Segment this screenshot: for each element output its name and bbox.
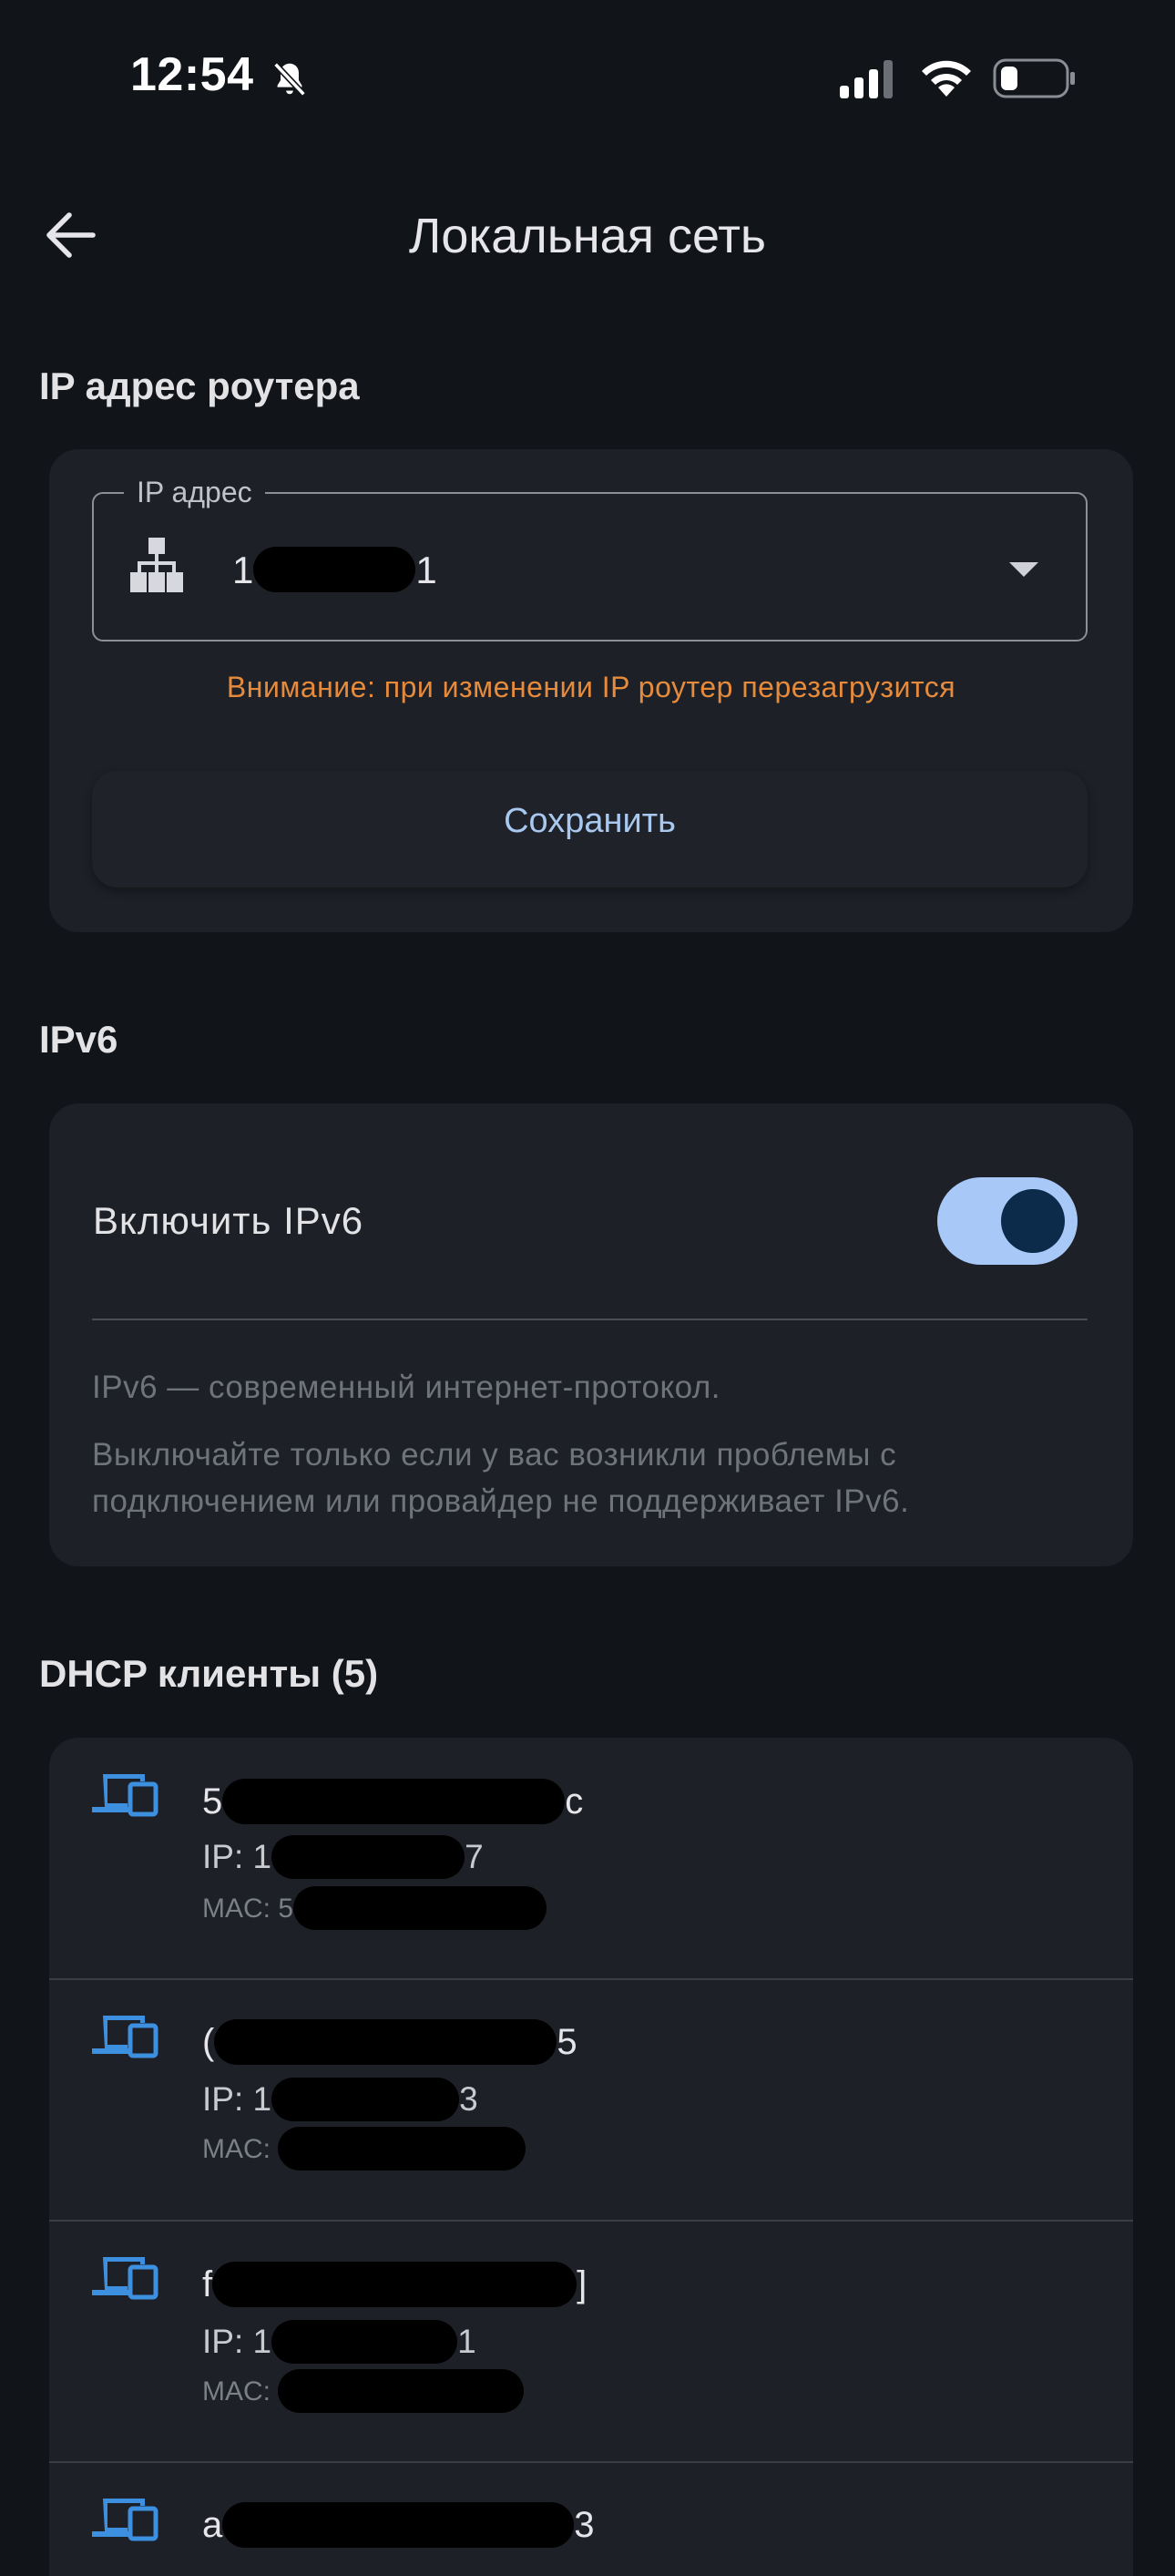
- divider: [49, 2220, 1133, 2222]
- save-button-label[interactable]: Сохранить: [92, 802, 1088, 841]
- ipv6-toggle-knob[interactable]: [1001, 1189, 1065, 1253]
- redacted-block: [222, 1779, 566, 1824]
- client-ip: IP: 13: [202, 2078, 478, 2121]
- client-name[interactable]: 5c: [202, 1779, 583, 1824]
- network-tree-icon: [130, 538, 183, 592]
- redacted-block: [212, 2262, 577, 2307]
- ipv6-description-1: IPv6 — современный интернет-протокол.: [92, 1370, 721, 1405]
- devices-icon: [92, 2499, 158, 2541]
- redacted-block: [222, 2502, 575, 2548]
- ipv6-toggle-label: Включить IPv6: [93, 1199, 364, 1242]
- page-title: Локальная сеть: [408, 209, 767, 263]
- client-ip: IP: 11: [202, 2320, 476, 2364]
- redacted-block: [271, 2078, 460, 2121]
- router-ip-section-title: IP адрес роутера: [39, 364, 360, 407]
- client-name[interactable]: a3: [202, 2502, 595, 2548]
- client-name[interactable]: f]: [202, 2262, 587, 2307]
- redacted-block: [293, 1886, 547, 1930]
- cellular-signal-icon: [840, 60, 893, 98]
- ipv6-description-2-line-2: подключением или провайдер не поддержива…: [92, 1483, 910, 1519]
- divider: [92, 1319, 1088, 1320]
- redacted-block: [278, 2127, 526, 2171]
- wifi-icon: [922, 60, 971, 97]
- client-mac: MAC: 5: [202, 1886, 547, 1930]
- status-time: 12:54: [130, 48, 254, 101]
- client-ip: IP: 17: [202, 1835, 484, 1879]
- divider: [49, 1978, 1133, 1980]
- redacted-block: [271, 1835, 465, 1879]
- battery-icon: [993, 58, 1075, 98]
- redacted-block: [253, 547, 416, 592]
- divider: [49, 2461, 1133, 2463]
- ipv6-description-2-line-1: Выключайте только если у вас возникли пр…: [92, 1437, 897, 1473]
- ip-address-value: 11: [232, 547, 437, 592]
- caret-down-icon[interactable]: [1009, 562, 1038, 577]
- ip-change-warning: Внимание: при изменении IP роутер переза…: [226, 671, 956, 703]
- redacted-block: [271, 2320, 458, 2364]
- devices-icon: [92, 2257, 158, 2300]
- client-mac: MAC:: [202, 2127, 526, 2171]
- bell-slash-icon: [273, 62, 306, 97]
- dhcp-section-title: DHCP клиенты (5): [39, 1652, 379, 1695]
- client-name[interactable]: (5: [202, 2019, 577, 2065]
- ip-address-field-label: IP адрес: [124, 476, 265, 509]
- devices-icon: [92, 2016, 158, 2058]
- client-mac: MAC:: [202, 2369, 525, 2413]
- redacted-block: [214, 2019, 557, 2065]
- redacted-block: [278, 2369, 525, 2413]
- ipv6-section-title: IPv6: [39, 1018, 118, 1061]
- devices-icon: [92, 1774, 158, 1817]
